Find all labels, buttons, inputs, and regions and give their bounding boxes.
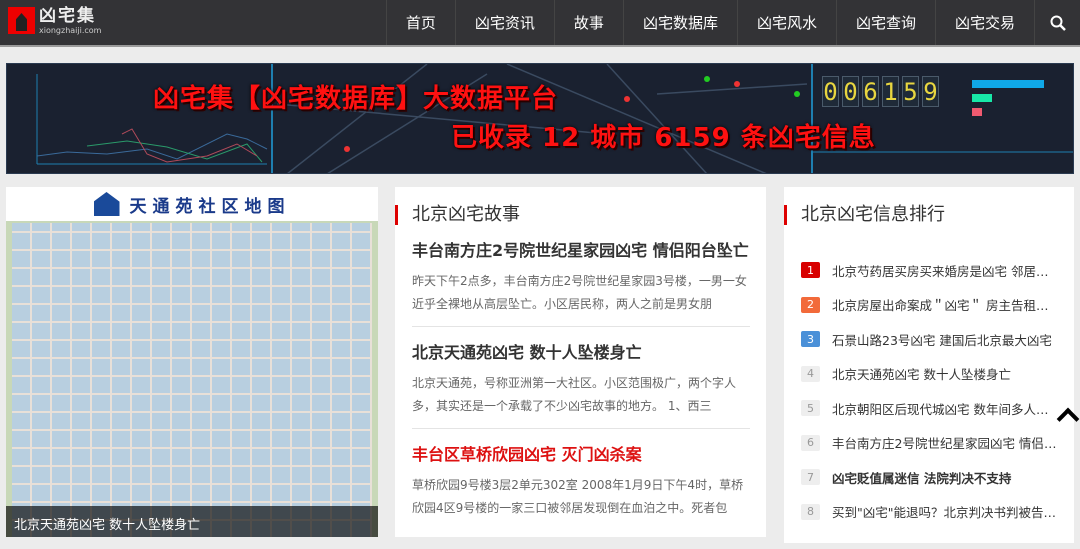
counter-digit: 5 <box>902 76 919 107</box>
ranking-link[interactable]: 北京天通苑凶宅 数十人坠楼身亡 <box>832 364 1060 383</box>
ranking-link[interactable]: 北京房屋出命案成＂凶宅＂ 房主告租户索赔 <box>832 295 1060 314</box>
story-item: 北京天通苑凶宅 数十人坠楼身亡北京天通苑，号称亚洲第一大社区。小区范围极广，两个… <box>412 327 750 429</box>
main-menu: 首页 凶宅资讯 故事 凶宅数据库 凶宅风水 凶宅查询 凶宅交易 <box>385 0 1080 45</box>
status-bars <box>972 74 1044 122</box>
ranking-item[interactable]: 2 北京房屋出命案成＂凶宅＂ 房主告租户索赔 <box>801 288 1074 323</box>
ranking-item[interactable]: 5 北京朝阳区后现代城凶宅 数年间多人坠亡 <box>801 391 1074 426</box>
nav-trade[interactable]: 凶宅交易 <box>934 0 1034 45</box>
logo-icon <box>8 7 35 34</box>
nav-fengshui[interactable]: 凶宅风水 <box>736 0 836 45</box>
ranking-card: 北京凶宅信息排行 1 北京芍药居买房买来婚房是凶宅 邻居称曾有人死亡 2 北京房屋出… <box>784 187 1074 543</box>
banner-title: 凶宅集【凶宅数据库】大数据平台 <box>153 84 559 114</box>
rank-badge: 8 <box>801 503 820 520</box>
rank-badge: 6 <box>801 434 820 451</box>
nav-query[interactable]: 凶宅查询 <box>835 0 935 45</box>
search-button[interactable] <box>1034 0 1080 45</box>
counter-digit: 6 <box>862 76 879 107</box>
counter-digit: 0 <box>822 76 839 107</box>
rank-badge: 7 <box>801 469 820 486</box>
rank-badge: 4 <box>801 365 820 382</box>
status-bar <box>972 108 982 116</box>
database-banner[interactable]: 凶宅集【凶宅数据库】大数据平台 已收录 12 城市 6159 条凶宅信息 006… <box>6 63 1074 174</box>
rank-badge: 3 <box>801 331 820 348</box>
logo-domain: xiongzhaiji.com <box>39 26 102 35</box>
ranking-item[interactable]: 3 石景山路23号凶宅 建国后北京最大凶宅 <box>801 322 1074 357</box>
rank-badge: 5 <box>801 400 820 417</box>
ranking-link[interactable]: 北京芍药居买房买来婚房是凶宅 邻居称曾有人死亡 <box>832 261 1060 280</box>
counter-digit: 9 <box>922 76 939 107</box>
story-title[interactable]: 丰台南方庄2号院世纪星家园凶宅 情侣阳台坠亡 <box>412 237 750 261</box>
counter-digit: 0 <box>842 76 859 107</box>
ranking-item[interactable]: 1 北京芍药居买房买来婚房是凶宅 邻居称曾有人死亡 <box>801 253 1074 288</box>
community-map-image <box>12 223 372 537</box>
nav-news[interactable]: 凶宅资讯 <box>454 0 554 45</box>
search-icon <box>1050 15 1066 31</box>
section-title: 北京凶宅信息排行 <box>784 205 1074 225</box>
story-item: 丰台南方庄2号院世纪星家园凶宅 情侣阳台坠亡昨天下午2点多，丰台南方庄2号院世纪… <box>412 225 750 327</box>
nav-database[interactable]: 凶宅数据库 <box>622 0 737 45</box>
nav-stories[interactable]: 故事 <box>553 0 623 45</box>
rank-badge: 2 <box>801 296 820 313</box>
ranking-link[interactable]: 北京朝阳区后现代城凶宅 数年间多人坠亡 <box>832 399 1060 418</box>
stories-card: 北京凶宅故事 丰台南方庄2号院世纪星家园凶宅 情侣阳台坠亡昨天下午2点多，丰台南… <box>395 187 766 537</box>
top-nav: 凶宅集 xiongzhaiji.com 首页 凶宅资讯 故事 凶宅数据库 凶宅风… <box>0 0 1080 47</box>
ranking-item[interactable]: 7 凶宅贬值属迷信 法院判决不支持 <box>801 460 1074 495</box>
community-map-card[interactable]: 天通苑社区地图 北京天通苑凶宅 数十人坠楼身亡 <box>6 187 378 537</box>
story-excerpt: 草桥欣园9号楼3层2单元302室 2008年1月9日下午4时，草桥欣园4区9号楼… <box>412 478 744 515</box>
story-title[interactable]: 北京天通苑凶宅 数十人坠楼身亡 <box>412 339 750 363</box>
story-title[interactable]: 丰台区草桥欣园凶宅 灭门凶杀案 <box>412 441 750 465</box>
nav-home[interactable]: 首页 <box>385 0 455 45</box>
ranking-item[interactable]: 8 买到"凶宅"能退吗？北京判决书判被告退款 <box>801 495 1074 530</box>
story-excerpt: 北京天通苑，号称亚洲第一大社区。小区范围极广，两个字人多，其实还是一个承载了不少… <box>412 376 737 413</box>
ranking-item[interactable]: 6 丰台南方庄2号院世纪星家园凶宅 情侣阳台坠亡 <box>801 426 1074 461</box>
rank-badge: 1 <box>801 262 820 279</box>
map-heading: 天通苑社区地图 <box>129 196 291 217</box>
counter-digit: 1 <box>882 76 899 107</box>
site-logo[interactable]: 凶宅集 xiongzhaiji.com <box>8 7 101 35</box>
status-bar <box>972 80 1044 88</box>
status-bar <box>972 94 992 102</box>
logo-text: 凶宅集 <box>39 6 96 26</box>
banner-subtitle: 已收录 12 城市 6159 条凶宅信息 <box>451 123 876 153</box>
section-title: 北京凶宅故事 <box>395 205 750 225</box>
story-excerpt: 昨天下午2点多，丰台南方庄2号院世纪星家园3号楼，一男一女近乎全裸地从高层坠亡。… <box>412 274 747 311</box>
map-caption[interactable]: 北京天通苑凶宅 数十人坠楼身亡 <box>6 506 378 537</box>
back-to-top-chevron-up-icon[interactable] <box>1056 405 1080 425</box>
house-icon <box>93 192 120 216</box>
story-item: 丰台区草桥欣园凶宅 灭门凶杀案草桥欣园9号楼3层2单元302室 2008年1月9… <box>412 429 750 530</box>
record-counter: 006159 <box>822 76 939 107</box>
ranking-item[interactable]: 4 北京天通苑凶宅 数十人坠楼身亡 <box>801 357 1074 392</box>
ranking-link[interactable]: 丰台南方庄2号院世纪星家园凶宅 情侣阳台坠亡 <box>832 433 1060 452</box>
ranking-link[interactable]: 买到"凶宅"能退吗？北京判决书判被告退款 <box>832 502 1060 521</box>
ranking-link[interactable]: 凶宅贬值属迷信 法院判决不支持 <box>832 468 1060 487</box>
ranking-link[interactable]: 石景山路23号凶宅 建国后北京最大凶宅 <box>832 330 1060 349</box>
